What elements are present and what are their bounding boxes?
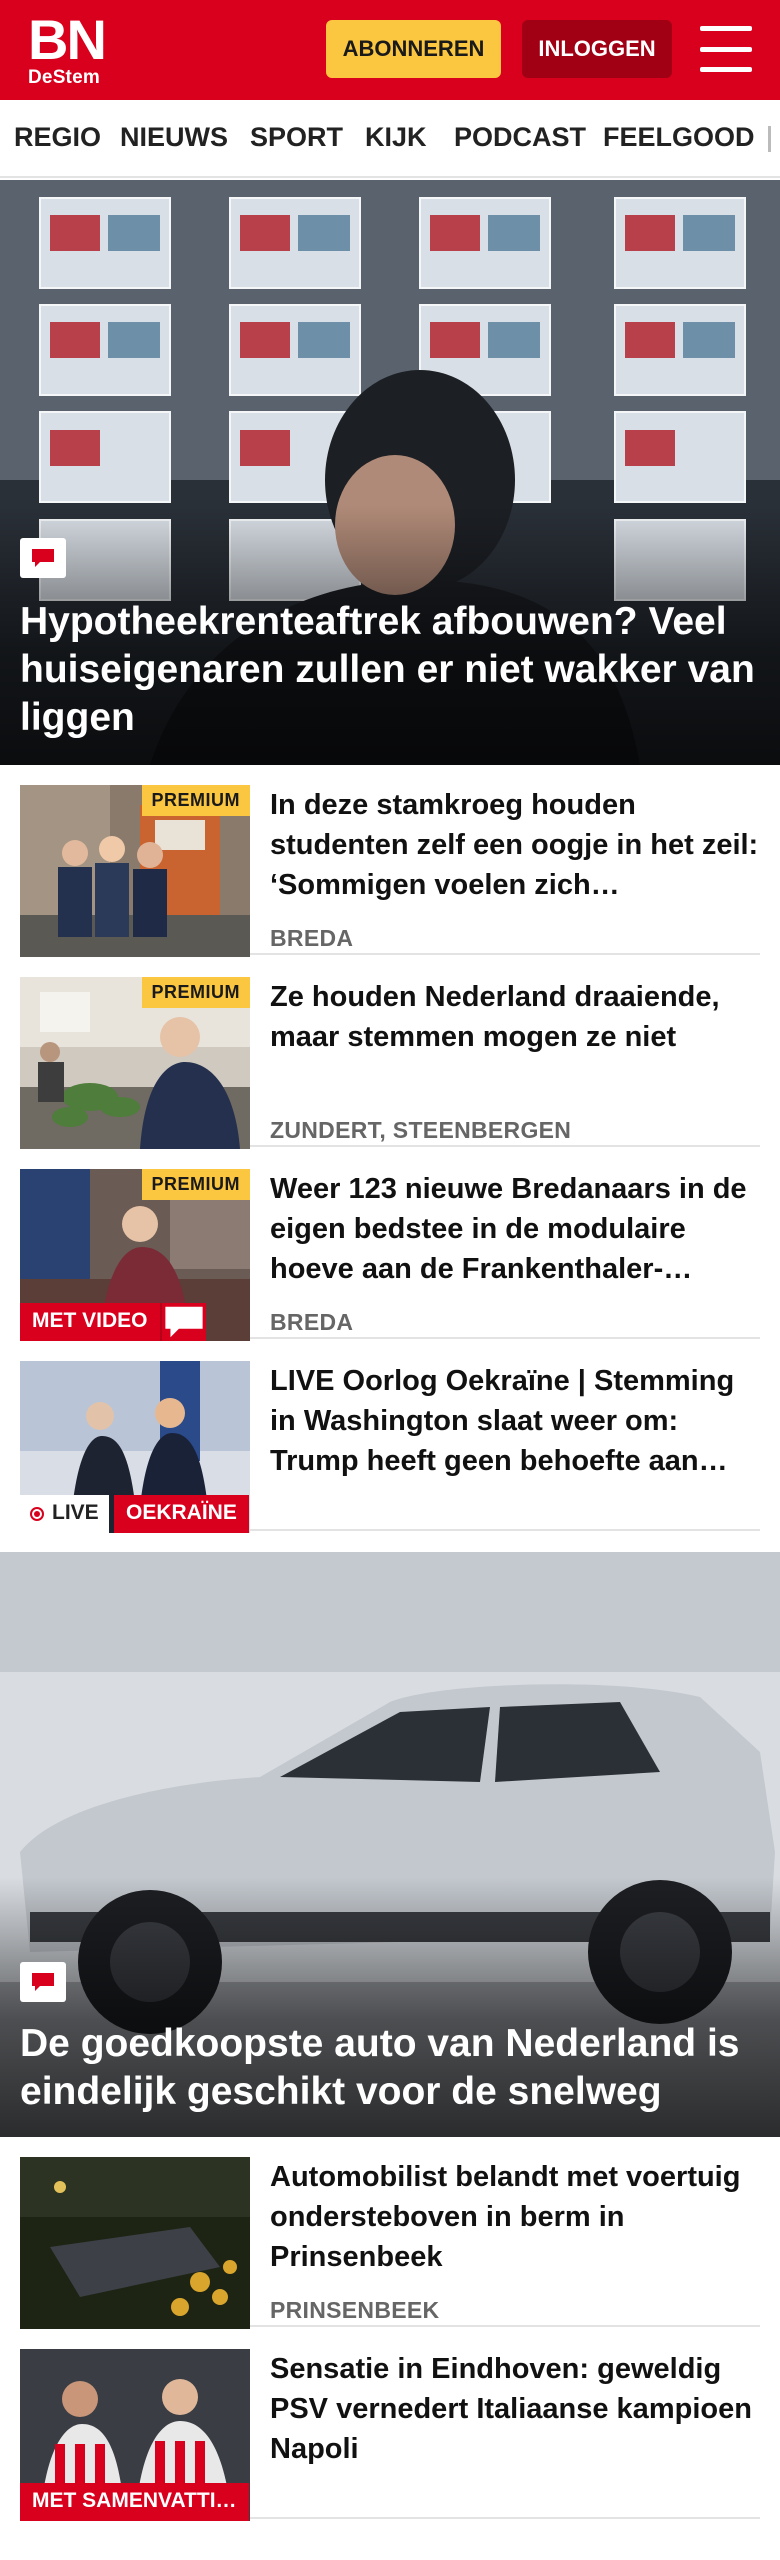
hero-title[interactable]: De goedkoopste auto van Nederland is ein… — [20, 2020, 756, 2116]
nav-item-nieuws[interactable]: NIEUWS — [120, 122, 228, 153]
nav-item-podcast[interactable]: PODCAST — [454, 122, 586, 153]
article-item[interactable]: LIVE OEKRAÏNE LIVE Oorlog Oekraïne | Ste… — [20, 1341, 760, 1533]
nav-item-kijk[interactable]: KIJK — [365, 122, 427, 153]
site-logo[interactable]: BN DeStem — [28, 8, 118, 88]
nav-item-regio[interactable]: REGIO — [14, 122, 101, 153]
article-thumbnail: PREMIUM — [20, 785, 250, 957]
article-title[interactable]: Automobilist belandt met voertuig onders… — [270, 2157, 760, 2277]
article-item[interactable]: MET SAMENVATTI… Sensatie in Eindhoven: g… — [20, 2329, 760, 2521]
accident-photo — [20, 2157, 250, 2329]
article-location: BREDA — [270, 925, 354, 951]
site-header: BN DeStem ABONNEREN INLOGGEN — [0, 0, 780, 100]
hamburger-menu-icon[interactable] — [700, 26, 752, 72]
live-label: LIVE — [52, 1501, 99, 1524]
login-button[interactable]: INLOGGEN — [522, 20, 672, 78]
premium-badge: PREMIUM — [141, 977, 250, 1008]
subscribe-button[interactable]: ABONNEREN — [326, 20, 501, 78]
hero-article-car[interactable]: De goedkoopste auto van Nederland is ein… — [0, 1552, 780, 2137]
article-title[interactable]: Weer 123 nieuwe Bredanaars in de eigen b… — [270, 1169, 760, 1289]
article-location: PRINSENBEEK — [270, 2297, 440, 2323]
article-thumbnail: LIVE OEKRAÏNE — [20, 1361, 250, 1533]
article-title[interactable]: Ze houden Nederland draaiende, maar stem… — [270, 977, 760, 1057]
article-item[interactable]: PREMIUM In deze stamkroeg houden student… — [20, 765, 760, 957]
topic-tag: OEKRAÏNE — [114, 1495, 249, 1533]
premium-badge: PREMIUM — [141, 785, 250, 816]
article-item[interactable]: Automobilist belandt met voertuig onders… — [20, 2137, 760, 2329]
comment-icon — [160, 1303, 206, 1341]
video-label: MET VIDEO — [20, 1303, 160, 1341]
live-badge: LIVE — [20, 1495, 109, 1533]
article-thumbnail — [20, 2157, 250, 2329]
section-nav: REGIO NIEUWS SPORT KIJK PODCAST FEELGOOD — [0, 100, 780, 178]
article-title[interactable]: LIVE Oorlog Oekraïne | Stemming in Washi… — [270, 1361, 760, 1481]
nav-item-sport[interactable]: SPORT — [250, 122, 343, 153]
logo-sub: DeStem — [28, 67, 100, 88]
comment-icon — [20, 538, 66, 578]
comment-icon — [20, 1962, 66, 2002]
article-item[interactable]: PREMIUM Ze houden Nederland draaiende, m… — [20, 957, 760, 1149]
premium-badge: PREMIUM — [141, 1169, 250, 1200]
article-title[interactable]: Sensatie in Eindhoven: geweldig PSV vern… — [270, 2349, 760, 2469]
article-location: BREDA — [270, 1309, 354, 1335]
article-thumbnail: PREMIUM MET VIDEO — [20, 1169, 250, 1341]
summary-label: MET SAMENVATTI… — [20, 2483, 249, 2521]
article-thumbnail: MET SAMENVATTI… — [20, 2349, 250, 2521]
hero-article-mortgage[interactable]: Hypotheekrenteaftrek afbouwen? Veel huis… — [0, 180, 780, 765]
nav-item-feelgood[interactable]: FEELGOOD — [603, 122, 755, 153]
article-location: ZUNDERT, STEENBERGEN — [270, 1117, 572, 1143]
article-thumbnail: PREMIUM — [20, 977, 250, 1149]
logo-main: BN — [28, 8, 107, 71]
article-title[interactable]: In deze stamkroeg houden studenten zelf … — [270, 785, 760, 905]
live-dot-icon — [30, 1507, 44, 1521]
article-item[interactable]: PREMIUM MET VIDEO Weer 123 nieuwe Bredan… — [20, 1149, 760, 1341]
hero-title[interactable]: Hypotheekrenteaftrek afbouwen? Veel huis… — [20, 598, 756, 742]
